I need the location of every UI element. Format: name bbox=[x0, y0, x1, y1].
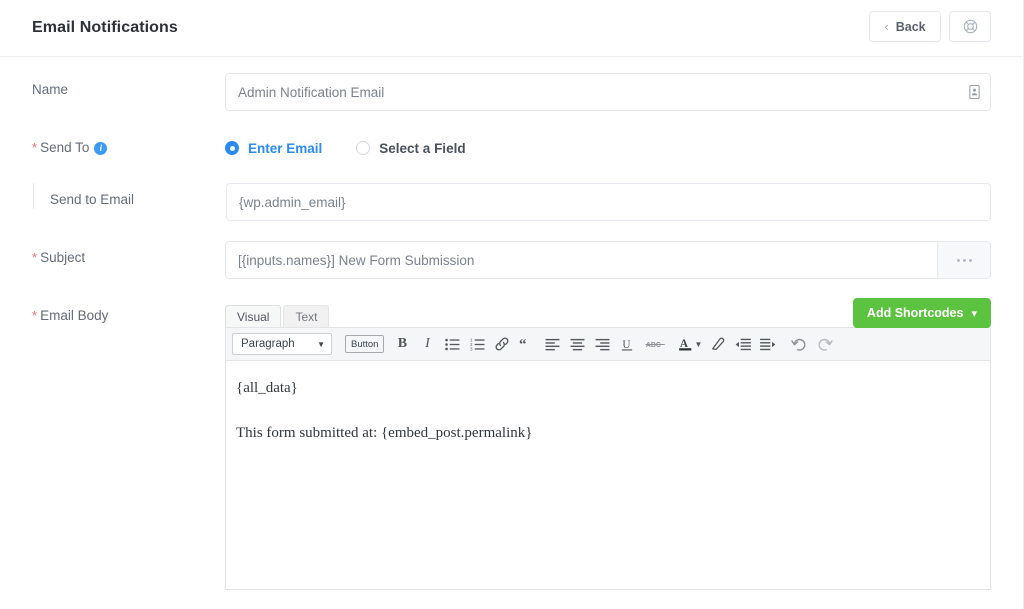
chevron-down-icon: ▼ bbox=[317, 339, 325, 349]
numbered-list-icon[interactable]: 1 2 3 bbox=[465, 332, 489, 356]
undo-icon[interactable] bbox=[787, 332, 811, 356]
radio-enter-email-label: Enter Email bbox=[248, 140, 323, 156]
radio-select-a-field-label: Select a Field bbox=[379, 140, 466, 156]
name-input-wrap: Admin Notification Email bbox=[225, 73, 991, 111]
email-body-editor-col: Visual Text Add Shortcodes ▾ Paragraph ▼… bbox=[225, 298, 991, 590]
insert-button-label: Button bbox=[351, 338, 379, 350]
name-label: Name bbox=[32, 82, 69, 97]
text-color-caret-icon[interactable]: ▼ bbox=[694, 340, 702, 349]
info-icon[interactable]: i bbox=[94, 142, 108, 155]
subject-label-text: Subject bbox=[40, 250, 86, 265]
email-body-required-mark: * bbox=[32, 308, 38, 323]
editor-tabs-bar: Visual Text Add Shortcodes ▾ bbox=[225, 298, 991, 328]
align-right-icon[interactable] bbox=[590, 332, 614, 356]
format-select-value: Paragraph bbox=[241, 338, 295, 350]
editor-paragraph-2: This form submitted at: {embed_post.perm… bbox=[236, 424, 533, 441]
form-row-name: Name Admin Notification Email bbox=[32, 57, 991, 111]
ellipsis-icon-dot bbox=[968, 258, 972, 262]
email-body-label: * Email Body bbox=[32, 299, 225, 325]
subject-more-button[interactable] bbox=[937, 241, 991, 279]
wysiwyg-editor: Paragraph ▼ Button B I 1 2 3 “ U ABC A ▼… bbox=[225, 327, 991, 590]
page-title: Email Notifications bbox=[32, 19, 178, 36]
ellipsis-icon-dot bbox=[956, 258, 960, 262]
svg-text:A: A bbox=[680, 338, 689, 350]
svg-text:“: “ bbox=[519, 337, 527, 351]
send-to-required-mark: * bbox=[32, 140, 38, 155]
svg-text:ABC: ABC bbox=[646, 342, 661, 349]
help-button[interactable] bbox=[949, 11, 991, 42]
name-field-col: Admin Notification Email bbox=[225, 73, 991, 111]
send-to-email-value: {wp.admin_email} bbox=[239, 194, 346, 210]
subject-input-value: [{inputs.names}] New Form Submission bbox=[238, 252, 475, 268]
radio-enter-email[interactable]: Enter Email bbox=[225, 141, 322, 156]
id-card-icon[interactable] bbox=[968, 84, 981, 100]
email-body-label-text: Email Body bbox=[40, 308, 109, 323]
svg-text:U: U bbox=[623, 338, 631, 350]
form-row-send-to-email: Send to Email {wp.admin_email} bbox=[32, 163, 991, 221]
send-to-email-input[interactable]: {wp.admin_email} bbox=[226, 183, 991, 221]
strikethrough-icon[interactable]: ABC bbox=[640, 332, 672, 356]
radio-select-a-field-circle bbox=[356, 141, 371, 155]
link-icon[interactable] bbox=[490, 332, 514, 356]
radio-enter-email-circle bbox=[225, 141, 239, 155]
subject-input-wrap: [{inputs.names}] New Form Submission bbox=[225, 241, 991, 279]
form-row-email-body: * Email Body Visual Text Add Shortcodes ▾ bbox=[32, 279, 991, 590]
form-row-subject: * Subject [{inputs.names}] New Form Submi… bbox=[32, 221, 991, 279]
ellipsis-icon-dot bbox=[962, 258, 966, 262]
tab-visual[interactable]: Visual bbox=[225, 305, 282, 327]
send-to-email-field-col: {wp.admin_email} bbox=[226, 183, 991, 221]
tab-text-label: Text bbox=[295, 309, 318, 324]
subject-input[interactable]: [{inputs.names}] New Form Submission bbox=[225, 241, 937, 279]
subject-label: * Subject bbox=[32, 241, 225, 267]
name-input[interactable]: Admin Notification Email bbox=[225, 73, 991, 111]
subject-field-col: [{inputs.names}] New Form Submission bbox=[225, 241, 991, 279]
format-select[interactable]: Paragraph ▼ bbox=[232, 333, 332, 355]
send-to-label: * Send To i bbox=[32, 131, 225, 157]
tab-visual-label: Visual bbox=[237, 309, 270, 324]
send-to-label-text: Send To bbox=[40, 140, 90, 155]
decrease-indent-icon[interactable] bbox=[731, 332, 755, 356]
clear-formatting-icon[interactable] bbox=[706, 332, 730, 356]
align-center-icon[interactable] bbox=[565, 332, 589, 356]
italic-icon[interactable]: I bbox=[415, 332, 439, 356]
increase-indent-icon[interactable] bbox=[756, 332, 780, 356]
back-button[interactable]: ‹ Back bbox=[869, 11, 941, 42]
editor-toolbar: Paragraph ▼ Button B I 1 2 3 “ U ABC A ▼ bbox=[226, 328, 990, 361]
send-to-radio-group: Enter Email Select a Field bbox=[225, 131, 991, 163]
email-notifications-page: Email Notifications ‹ Back Name Admin No… bbox=[0, 0, 1024, 609]
bold-icon[interactable]: B bbox=[390, 332, 414, 356]
send-to-email-label: Send to Email bbox=[33, 183, 226, 209]
radio-select-a-field[interactable]: Select a Field bbox=[356, 140, 466, 156]
tab-text[interactable]: Text bbox=[283, 305, 330, 327]
back-button-label: Back bbox=[895, 19, 926, 34]
underline-icon[interactable]: U bbox=[615, 332, 639, 356]
name-input-value: Admin Notification Email bbox=[238, 84, 385, 100]
page-header: Email Notifications ‹ Back bbox=[0, 0, 1023, 57]
add-shortcodes-label: Add Shortcodes bbox=[866, 306, 964, 320]
chevron-down-icon: ▾ bbox=[971, 307, 977, 320]
chevron-left-icon: ‹ bbox=[884, 18, 889, 34]
align-left-icon[interactable] bbox=[540, 332, 564, 356]
send-to-field-col: Enter Email Select a Field bbox=[225, 131, 991, 163]
header-actions: ‹ Back bbox=[869, 11, 991, 42]
svg-text:3: 3 bbox=[470, 346, 473, 351]
life-ring-icon bbox=[963, 19, 978, 34]
blockquote-icon[interactable]: “ bbox=[515, 332, 539, 356]
add-shortcodes-button[interactable]: Add Shortcodes ▾ bbox=[852, 298, 991, 328]
insert-button-shortcode-button[interactable]: Button bbox=[345, 335, 385, 353]
editor-content-area[interactable]: {all_data} This form submitted at: {embe… bbox=[226, 361, 990, 476]
subject-required-mark: * bbox=[32, 250, 38, 265]
form-row-send-to: * Send To i Enter Email Select a Field bbox=[32, 111, 991, 163]
notification-form: Name Admin Notification Email * Send To … bbox=[0, 57, 1023, 590]
redo-icon[interactable] bbox=[812, 332, 836, 356]
editor-paragraph-1: {all_data} bbox=[236, 380, 298, 396]
bulleted-list-icon[interactable] bbox=[440, 332, 464, 356]
